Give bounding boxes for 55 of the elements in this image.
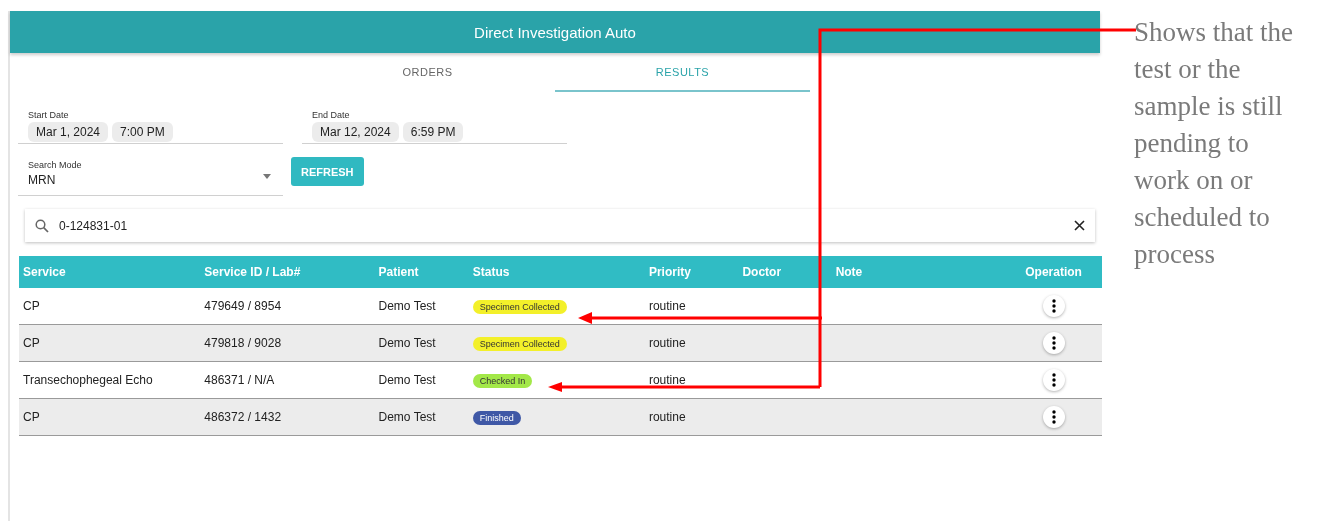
- table-cell: CP: [19, 398, 201, 436]
- table-cell: routine: [644, 324, 739, 362]
- table-cell: routine: [644, 288, 739, 325]
- dropdown-value: MRN: [28, 173, 56, 187]
- column-header: Priority: [644, 256, 739, 288]
- date-chip[interactable]: Mar 1, 2024: [28, 122, 109, 142]
- annotation-text: Shows that the test or the sample is still pending to work on or scheduled to process: [1134, 16, 1294, 271]
- kebab-icon: [1051, 336, 1056, 350]
- kebab-icon: [1051, 299, 1056, 313]
- status-badge: Checked In: [472, 373, 533, 388]
- table-cell: Demo Test: [374, 324, 469, 362]
- table-cell: routine: [644, 398, 739, 436]
- search-field[interactable]: 0-124831-01: [25, 209, 1095, 242]
- table-cell: 486372 / 1432: [200, 398, 375, 436]
- table-cell: 486371 / N/A: [200, 361, 375, 399]
- table-cell: CP: [19, 288, 201, 325]
- column-header: Service ID / Lab#: [200, 256, 375, 288]
- column-header: Operation: [1005, 256, 1102, 288]
- column-header: Note: [831, 256, 1006, 288]
- column-header: Service: [19, 256, 201, 288]
- caret-icon: [263, 174, 271, 179]
- date-chip[interactable]: Mar 12, 2024: [312, 122, 399, 142]
- time-chip[interactable]: 6:59 PM: [402, 122, 464, 142]
- status-badge: Specimen Collected: [472, 336, 567, 351]
- kebab-icon: [1051, 410, 1056, 424]
- tab[interactable]: ORDERS: [300, 53, 555, 92]
- column-header: Patient: [374, 256, 469, 288]
- field-label: End Date: [312, 110, 351, 120]
- window-title: Direct Investigation Auto: [474, 23, 636, 41]
- time-chip[interactable]: 7:00 PM: [112, 122, 173, 142]
- more-options-button[interactable]: [1042, 295, 1065, 317]
- table-cell: Transechophegeal Echo: [19, 361, 201, 399]
- search-icon: [35, 218, 49, 233]
- more-options-button[interactable]: [1042, 406, 1065, 428]
- field-label: Search Mode: [28, 160, 83, 170]
- date-time-field[interactable]: End Date Mar 12, 2024 6:59 PM: [302, 108, 567, 144]
- table-cell: CP: [19, 324, 201, 362]
- search-value: 0-124831-01: [59, 218, 129, 233]
- column-header: Status: [468, 256, 645, 288]
- table-cell: 479649 / 8954: [200, 288, 375, 325]
- status-badge: Finished: [472, 410, 521, 425]
- table-cell: Demo Test: [374, 398, 469, 436]
- more-options-button[interactable]: [1042, 332, 1065, 354]
- table-cell: Demo Test: [374, 288, 469, 325]
- more-options-button[interactable]: [1042, 369, 1065, 391]
- status-badge: Specimen Collected: [472, 299, 567, 314]
- search-mode-dropdown[interactable]: Search Mode MRN: [18, 156, 283, 196]
- table-cell: Demo Test: [374, 361, 469, 399]
- close-icon[interactable]: [1074, 220, 1085, 231]
- column-header: Doctor: [738, 256, 832, 288]
- table-cell: routine: [644, 361, 739, 399]
- kebab-icon: [1051, 373, 1056, 387]
- table-cell: 479818 / 9028: [200, 324, 375, 362]
- date-time-field[interactable]: Start Date Mar 1, 2024 7:00 PM: [18, 108, 283, 144]
- field-label: Start Date: [28, 110, 70, 120]
